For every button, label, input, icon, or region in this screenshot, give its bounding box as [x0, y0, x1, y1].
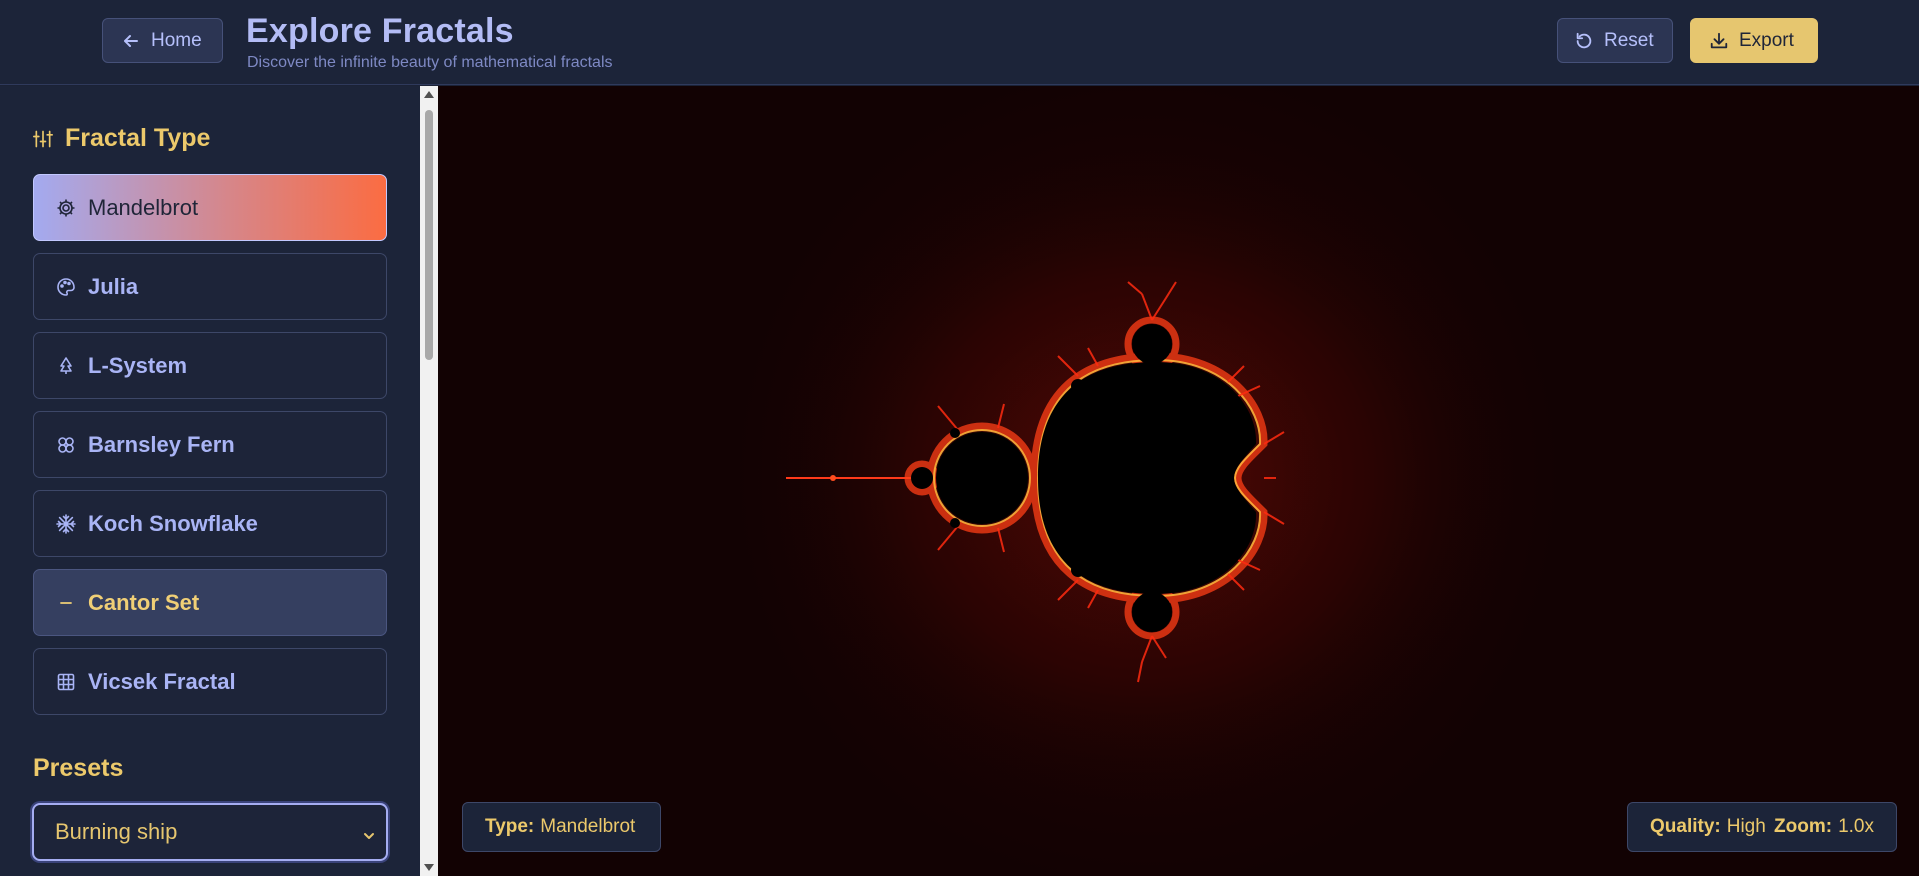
rotate-ccw-icon: [1574, 31, 1594, 51]
minus-icon: [56, 593, 76, 613]
fractal-type-title: Fractal Type: [65, 124, 211, 152]
mandelbrot-render: [763, 138, 1523, 818]
type-info-label: Type:: [485, 816, 535, 837]
quality-label: Quality:: [1650, 816, 1721, 837]
type-item-cantor-set[interactable]: Cantor Set: [33, 569, 387, 636]
download-icon: [1709, 31, 1729, 51]
gear-icon: [56, 198, 76, 218]
flower-icon: [56, 435, 76, 455]
type-item-label: Vicsek Fractal: [88, 668, 236, 694]
preset-select[interactable]: Burning ship: [32, 803, 388, 861]
scroll-thumb[interactable]: [425, 110, 433, 360]
page-title: Explore Fractals: [246, 12, 514, 50]
export-button[interactable]: Export: [1690, 18, 1818, 63]
type-item-label: Julia: [88, 273, 139, 299]
type-item-koch-snowflake[interactable]: Koch Snowflake: [33, 490, 387, 557]
type-item-mandelbrot[interactable]: Mandelbrot: [33, 174, 387, 241]
grid-icon: [56, 672, 76, 692]
presets-heading: Presets: [33, 754, 123, 783]
sidebar-panel: Fractal Type Mandelbrot Julia L-System B…: [0, 86, 420, 876]
type-item-julia[interactable]: Julia: [33, 253, 387, 320]
reset-button-label: Reset: [1604, 29, 1654, 51]
type-item-label: Barnsley Fern: [88, 431, 235, 457]
sliders-icon: [33, 129, 53, 149]
type-item-label: Cantor Set: [88, 589, 200, 615]
presets-title: Presets: [33, 754, 124, 782]
fractal-canvas[interactable]: Type: Mandelbrot Quality: High Zoom: 1.0…: [438, 86, 1919, 876]
type-item-barnsley-fern[interactable]: Barnsley Fern: [33, 411, 387, 478]
zoom-label: Zoom:: [1774, 816, 1833, 837]
page-subtitle: Discover the infinite beauty of mathemat…: [247, 54, 613, 71]
type-item-label: Mandelbrot: [88, 194, 199, 220]
type-info-box: Type: Mandelbrot: [462, 802, 661, 852]
home-button[interactable]: Home: [102, 18, 223, 63]
fractal-type-heading: Fractal Type: [33, 124, 210, 153]
reset-button[interactable]: Reset: [1557, 18, 1673, 63]
scroll-down-arrow-icon[interactable]: [424, 864, 434, 871]
quality-zoom-info-box: Quality: High Zoom: 1.0x: [1627, 802, 1897, 852]
type-info-value: Mandelbrot: [540, 816, 636, 837]
header-bar: Home Explore Fractals Discover the infin…: [0, 0, 1919, 85]
snowflake-icon: [56, 513, 76, 534]
home-button-label: Home: [151, 29, 202, 51]
type-item-label: Koch Snowflake: [88, 510, 258, 536]
arrow-left-icon: [121, 31, 141, 51]
export-button-label: Export: [1739, 29, 1794, 51]
preset-selected-value: Burning ship: [55, 819, 178, 844]
scroll-up-arrow-icon[interactable]: [424, 91, 434, 98]
type-item-label: L-System: [88, 352, 188, 378]
zoom-value: 1.0x: [1838, 816, 1874, 837]
type-item-vicsek-fractal[interactable]: Vicsek Fractal: [33, 648, 387, 715]
palette-icon: [56, 277, 76, 297]
type-item-l-system[interactable]: L-System: [33, 332, 387, 399]
quality-value: High: [1726, 816, 1766, 837]
sidebar-scrollbar[interactable]: [420, 86, 438, 876]
chevron-down-icon: [362, 823, 376, 849]
tree-icon: [56, 356, 76, 376]
